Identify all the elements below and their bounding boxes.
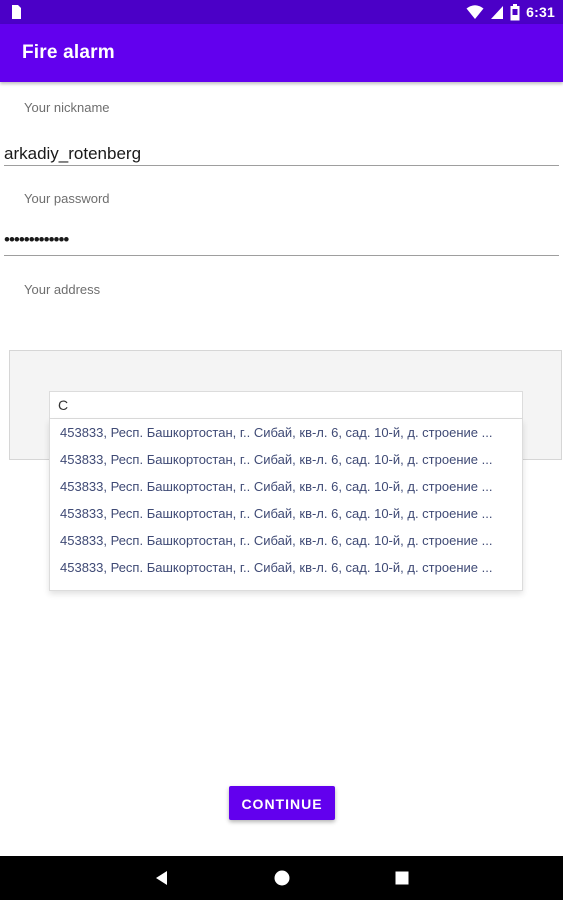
address-suggestion[interactable]: 453833, Респ. Башкортостан, г.. Сибай, к… <box>50 500 522 527</box>
password-input[interactable]: ••••••••••••• <box>4 230 559 252</box>
password-underline <box>4 255 559 256</box>
nickname-underline <box>4 165 559 166</box>
status-icons: 6:31 <box>466 2 555 22</box>
address-suggestion[interactable]: 453833, Респ. Башкортостан, г.. Сибай, к… <box>50 554 522 581</box>
back-icon[interactable] <box>152 868 172 888</box>
nickname-label: Your nickname <box>24 100 110 115</box>
app-bar: Fire alarm <box>0 24 563 82</box>
address-suggestions-list[interactable]: 453833, Респ. Башкортостан, г.. Сибай, к… <box>49 419 523 591</box>
address-suggestion[interactable]: 453833, Респ. Башкортостан, г.. Сибай, к… <box>50 473 522 500</box>
nickname-input[interactable] <box>4 143 559 165</box>
status-time: 6:31 <box>526 4 555 20</box>
address-suggestion[interactable]: 453833, Респ. Башкортостан, г.. Сибай, к… <box>50 446 522 473</box>
continue-button[interactable]: CONTINUE <box>229 786 335 820</box>
navigation-bar <box>0 856 563 900</box>
address-suggestion[interactable]: 453833, Респ. Башкортостан, г.. Сибай, к… <box>50 527 522 554</box>
address-suggestion[interactable]: 453833, Респ. Башкортостан, г.. Сибай, к… <box>50 581 522 590</box>
wifi-icon <box>466 5 484 19</box>
password-label: Your password <box>24 191 110 206</box>
address-label: Your address <box>24 282 101 297</box>
battery-icon <box>510 3 520 20</box>
recents-icon[interactable] <box>392 868 412 888</box>
app-title: Fire alarm <box>22 42 115 63</box>
signal-icon <box>491 6 504 19</box>
sim-card-icon <box>12 5 21 19</box>
address-search-input[interactable] <box>49 391 523 419</box>
screen: 6:31 Fire alarm Your nickname Your passw… <box>0 0 563 900</box>
home-icon[interactable] <box>272 868 292 888</box>
status-bar: 6:31 <box>0 0 563 24</box>
address-suggestion[interactable]: 453833, Респ. Башкортостан, г.. Сибай, к… <box>50 419 522 446</box>
